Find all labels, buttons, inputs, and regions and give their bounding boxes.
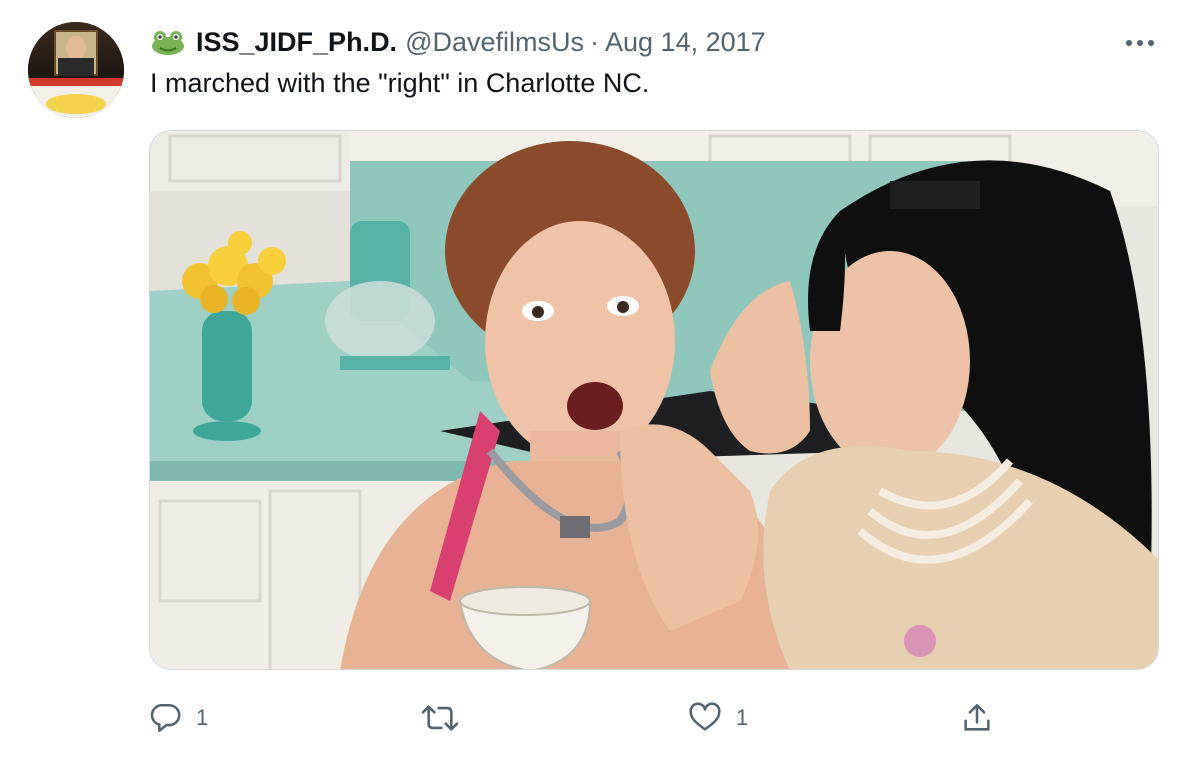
like-button[interactable]: 1 [688,696,748,740]
display-name[interactable]: ISS_JIDF_Ph.D. [196,27,397,58]
tweet-header: ISS_JIDF_Ph.D. @DavefilmsUs · Aug 14, 20… [150,24,766,60]
avatar[interactable] [28,22,124,118]
share-button[interactable] [960,696,994,740]
avatar-face [66,36,86,60]
more-options-button[interactable] [1120,28,1160,58]
like-count: 1 [736,705,749,730]
frog-icon [152,31,184,55]
share-icon [964,703,990,731]
heart-icon [689,702,721,731]
retweet-button[interactable] [420,696,474,740]
tweet-media-image[interactable] [149,130,1159,670]
reply-count: 1 [196,705,209,730]
tweet-date[interactable]: Aug 14, 2017 [605,27,766,58]
reply-icon [150,703,181,733]
tweet-actions: 1 1 [0,696,1190,740]
separator-dot: · [590,26,600,57]
retweet-icon [421,705,459,731]
tweet-text: I marched with the "right" in Charlotte … [150,68,650,98]
kitchen-photo [150,131,1158,669]
more-horizontal-icon [1126,40,1154,46]
reply-button[interactable]: 1 [148,696,208,740]
avatar-food [46,94,106,114]
user-handle[interactable]: @DavefilmsUs [405,27,584,58]
avatar-shirt [58,58,94,76]
